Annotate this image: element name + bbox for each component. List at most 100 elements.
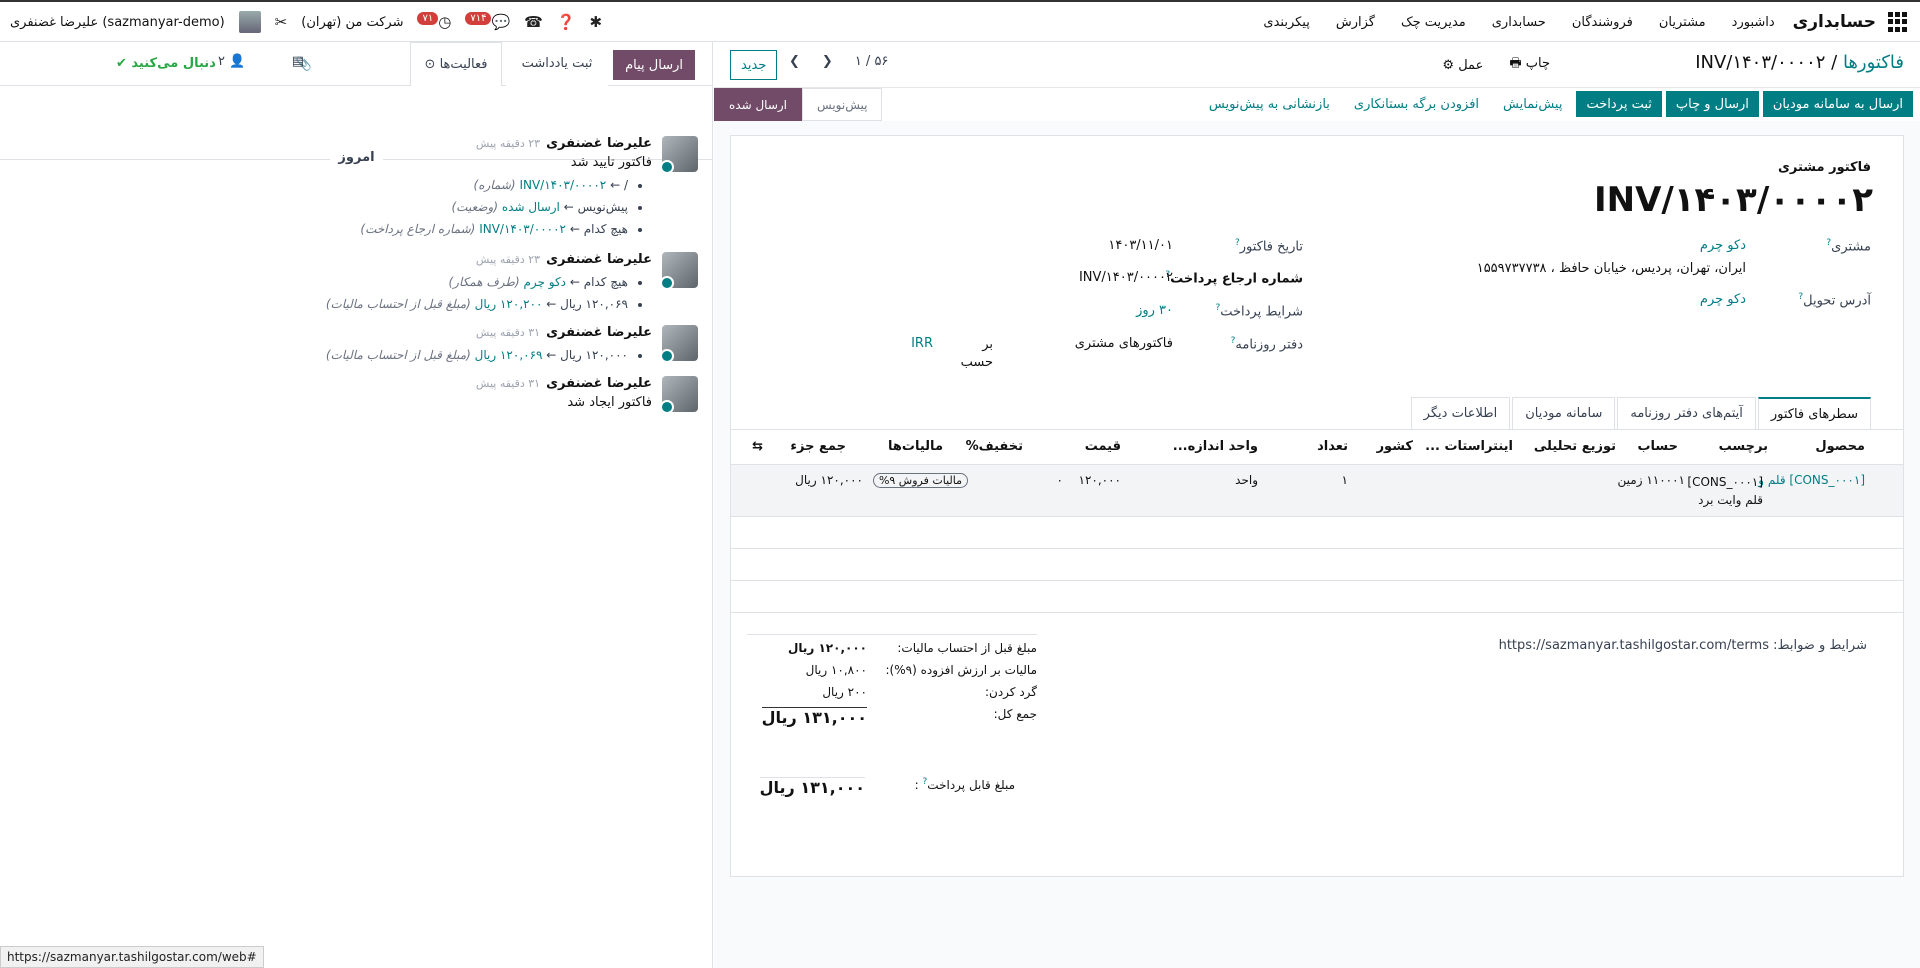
debug-bug-icon[interactable]: ✱: [590, 13, 603, 31]
message-author[interactable]: علیرضا غضنفری: [546, 376, 652, 391]
register-payment-button[interactable]: ثبت پرداخت: [1576, 91, 1662, 117]
reset-to-draft-button[interactable]: بازنشانی به پیش‌نویس: [1199, 91, 1340, 117]
author-avatar[interactable]: [660, 376, 698, 414]
menu-vendors[interactable]: فروشندگان: [1572, 15, 1633, 30]
journal-value[interactable]: فاکتورهای مشتری: [1075, 336, 1173, 351]
user-menu-name[interactable]: علیرضا غضنفری (sazmanyar-demo): [10, 15, 225, 30]
journal-in-label: بر حسب: [960, 337, 993, 370]
col-uom[interactable]: واحد اندازه...: [1173, 439, 1258, 454]
menu-configuration[interactable]: پیکربندی: [1263, 15, 1309, 30]
invoice-date-value[interactable]: ۱۴۰۳/۱۱/۰۱: [1108, 238, 1173, 253]
menu-accounting[interactable]: حسابداری: [1492, 15, 1546, 30]
col-subtotal[interactable]: جمع جزء: [790, 439, 846, 454]
menu-customers[interactable]: مشتریان: [1659, 15, 1706, 30]
col-discount[interactable]: تخفیف%: [966, 439, 1023, 454]
message-author[interactable]: علیرضا غضنفری: [546, 136, 652, 151]
message-time: ۲۳ دقیقه پیش: [475, 253, 541, 266]
col-price[interactable]: قیمت: [1085, 439, 1121, 454]
author-avatar[interactable]: [660, 325, 698, 363]
line-label[interactable]: [CONS_۰۰۰۱] قلم وایت برد: [1673, 473, 1763, 509]
menu-reporting[interactable]: گزارش: [1336, 15, 1375, 30]
apps-menu-icon[interactable]: [1888, 12, 1908, 32]
menu-dashboard[interactable]: داشبورد: [1732, 15, 1775, 30]
stage-draft[interactable]: پیش‌نویس: [802, 88, 883, 121]
user-avatar[interactable]: [238, 11, 261, 33]
col-analytic[interactable]: توزیع تحلیلی: [1534, 439, 1616, 454]
activities-button[interactable]: ⊙ فعالیت‌ها: [410, 42, 502, 86]
messaging-menu[interactable]: ۷۱۴ 💬: [465, 12, 510, 31]
send-to-tax-system-button[interactable]: ارسال به سامانه مودیان: [1762, 91, 1913, 117]
action-menu[interactable]: ⚙ عمل: [1442, 58, 1483, 73]
tab-invoice-lines[interactable]: سطرهای فاکتور: [1757, 397, 1871, 429]
tab-journal-items[interactable]: آیتم‌های دفتر روزنامه: [1617, 397, 1756, 429]
tax-totals: مبلغ قبل از احتساب مالیات: ۱۲۰,۰۰۰ ریال م…: [747, 634, 1037, 805]
currency-value[interactable]: IRR: [911, 336, 933, 351]
line-quantity[interactable]: ۱: [1342, 473, 1348, 487]
message-time: ۲۳ دقیقه پیش: [475, 137, 541, 150]
line-product[interactable]: [CONS_۰۰۰۱] قلم و: [1758, 473, 1865, 487]
send-message-button[interactable]: ارسال پیام: [613, 50, 695, 80]
log-note-button[interactable]: ثبت یادداشت: [506, 42, 608, 86]
customer-label: مشتری: [1831, 239, 1871, 255]
customer-link[interactable]: دکو چرم: [1700, 238, 1746, 253]
line-tax-tag[interactable]: مالیات فروش ۹%: [872, 473, 968, 488]
send-and-print-button[interactable]: ارسال و چاپ: [1665, 91, 1759, 117]
col-account[interactable]: حساب: [1637, 439, 1678, 454]
vat-value: ۱۰,۸۰۰ ریال: [805, 663, 867, 677]
gear-icon: ⚙: [1442, 57, 1455, 73]
line-uom[interactable]: واحد: [1235, 473, 1258, 487]
delivery-link[interactable]: دکو چرم: [1700, 292, 1746, 307]
followers-button[interactable]: ۲ 👤: [218, 54, 245, 69]
menu-check-management[interactable]: مدیریت چک: [1401, 15, 1466, 30]
author-avatar[interactable]: [660, 252, 698, 290]
col-taxes[interactable]: مالیات‌ها: [888, 439, 943, 454]
following-button[interactable]: ✔ دنبال می‌کنید: [116, 42, 216, 86]
line-price[interactable]: ۱۲۰,۰۰۰: [1079, 473, 1122, 487]
print-menu[interactable]: 🖶 چاپ: [1509, 54, 1550, 76]
line-account[interactable]: ۱۱۰۰۰۱ زمین: [1618, 473, 1685, 487]
vat-label: مالیات بر ارزش افزوده (۹%):: [885, 663, 1038, 677]
tab-tax-system[interactable]: سامانه مودیان: [1512, 397, 1616, 429]
journal-field: دفتر روزنامه? فاکتورهای مشتری بر حسب IRR: [903, 336, 1303, 370]
payment-reference-value[interactable]: INV/۱۴۰۳/۰۰۰۰۲: [1079, 270, 1173, 285]
notebook-tabs: سطرهای فاکتور آیتم‌های دفتر روزنامه ساما…: [1410, 397, 1871, 429]
tab-other-info[interactable]: اطلاعات دیگر: [1410, 397, 1511, 429]
tracking-change: پیش‌نویس ← ارسال شده (وضعیت): [58, 196, 628, 218]
payment-terms-value[interactable]: ۳۰ روز: [1136, 303, 1173, 318]
col-intrastat[interactable]: اینتراستات ...: [1425, 439, 1513, 454]
author-avatar[interactable]: [660, 136, 698, 174]
line-discount[interactable]: ۰: [1057, 473, 1063, 487]
preview-button[interactable]: پیش‌نمایش: [1493, 91, 1572, 117]
tools-icon[interactable]: ✂: [275, 13, 288, 31]
stage-posted[interactable]: ارسال شده: [714, 88, 803, 121]
payment-reference-label: شماره ارجاع پرداخت: [1170, 271, 1303, 287]
company-switcher[interactable]: شرکت من (تهران): [301, 15, 403, 30]
book-icon[interactable]: ▤: [292, 54, 304, 69]
message-time: ۳۱ دقیقه پیش: [475, 377, 541, 390]
phone-icon[interactable]: ☎: [524, 13, 543, 31]
breadcrumb-invoices-link[interactable]: فاکتورها: [1843, 52, 1904, 73]
amount-due-row: مبلغ قابل پرداخت? :۱۳۱,۰۰۰ ریال: [759, 777, 1015, 797]
followers-icon: 👤: [229, 54, 246, 69]
message-author[interactable]: علیرضا غضنفری: [546, 252, 652, 267]
pager-next-icon[interactable]: ❯: [822, 54, 833, 69]
add-credit-note-button[interactable]: افزودن برگه بستانکاری: [1344, 91, 1489, 117]
pager-prev-icon[interactable]: ❮: [789, 54, 800, 69]
new-button[interactable]: جدید: [730, 50, 778, 80]
pager-value[interactable]: ۱ / ۵۶: [855, 54, 889, 69]
activity-menu[interactable]: ۷۱ ◷: [417, 12, 451, 31]
message-author[interactable]: علیرضا غضنفری: [546, 325, 652, 340]
app-title[interactable]: حسابداری: [1793, 12, 1876, 32]
col-product[interactable]: محصول: [1815, 439, 1865, 454]
optional-columns-icon[interactable]: ⇆: [752, 439, 763, 454]
col-country[interactable]: کشور: [1377, 439, 1413, 454]
activity-badge: ۷۱: [417, 12, 439, 25]
chatter-message: علیرضا غضنفری ۳۱ دقیقه پیش ۱۲۰,۰۰۰ ریال ←…: [58, 325, 698, 366]
col-label[interactable]: برچسب: [1719, 439, 1768, 454]
table-row[interactable]: [CONS_۰۰۰۱] قلم و [CONS_۰۰۰۱] قلم وایت ب…: [731, 465, 1903, 517]
clock-icon: ⊙: [424, 57, 436, 72]
help-icon[interactable]: ❓: [557, 13, 576, 31]
col-quantity[interactable]: تعداد: [1317, 439, 1348, 454]
empty-row: [731, 517, 1903, 549]
invoice-date-label: تاریخ فاکتور: [1239, 239, 1303, 255]
